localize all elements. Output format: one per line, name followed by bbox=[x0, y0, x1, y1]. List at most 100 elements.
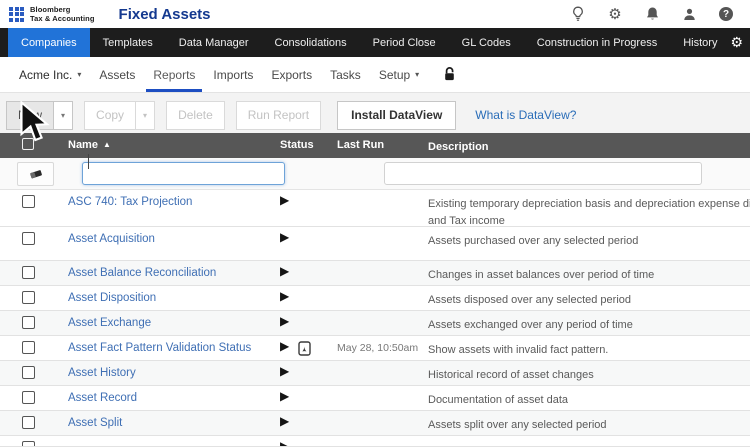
main-nav: Companies Templates Data Manager Consoli… bbox=[0, 28, 750, 57]
page-title: Fixed Assets bbox=[118, 5, 211, 23]
row-checkbox[interactable] bbox=[22, 195, 35, 208]
report-link[interactable]: Asset Disposition bbox=[68, 292, 156, 304]
settings-gear-icon[interactable]: ⚙ bbox=[607, 6, 623, 22]
tab-tasks[interactable]: Tasks bbox=[321, 57, 370, 92]
lock-icon[interactable] bbox=[442, 57, 457, 92]
what-is-dataview-link[interactable]: What is DataView? bbox=[475, 108, 576, 122]
run-report-icon[interactable]: ▶ bbox=[280, 314, 289, 328]
last-run-value bbox=[332, 411, 420, 435]
tab-exports[interactable]: Exports bbox=[262, 57, 321, 92]
user-account-icon[interactable] bbox=[681, 6, 697, 22]
row-checkbox[interactable] bbox=[22, 266, 35, 279]
report-link[interactable]: ASC 740: Tax Projection bbox=[68, 196, 192, 208]
chevron-down-icon: ▾ bbox=[415, 70, 420, 79]
company-selector[interactable]: Acme Inc. ▾ bbox=[10, 57, 90, 92]
new-dropdown-button[interactable]: ▾ bbox=[54, 100, 74, 130]
name-filter-input[interactable] bbox=[82, 162, 285, 185]
tab-setup[interactable]: Setup ▾ bbox=[370, 57, 428, 92]
description-filter-input[interactable] bbox=[384, 162, 702, 185]
install-dataview-button[interactable]: Install DataView bbox=[337, 100, 457, 130]
run-report-icon[interactable]: ▶ bbox=[280, 264, 289, 278]
tab-assets[interactable]: Assets bbox=[90, 57, 144, 92]
nav-tab-data-manager[interactable]: Data Manager bbox=[166, 28, 262, 57]
report-link[interactable]: Asset Record bbox=[68, 392, 137, 404]
run-report-icon[interactable]: ▶ bbox=[280, 339, 289, 353]
copy-button[interactable]: Copy bbox=[84, 100, 137, 130]
reports-toolbar: New ▾ Copy ▾ Delete Run Report Install D… bbox=[6, 100, 576, 130]
table-row[interactable]: Asset Record ▶ Documentation of asset da… bbox=[0, 386, 750, 411]
row-checkbox[interactable] bbox=[22, 316, 35, 329]
run-report-icon: ▶ bbox=[280, 439, 290, 447]
row-checkbox[interactable] bbox=[22, 441, 35, 446]
report-link[interactable]: Asset Fact Pattern Validation Status bbox=[68, 342, 251, 354]
column-header-status[interactable]: Status bbox=[274, 133, 332, 158]
last-run-value bbox=[332, 261, 420, 285]
table-row[interactable]: Asset Acquisition ▶ Assets purchased ove… bbox=[0, 227, 750, 261]
last-run-value bbox=[332, 286, 420, 310]
column-header-last-run[interactable]: Last Run bbox=[332, 133, 420, 158]
table-row[interactable]: Asset Fact Pattern Validation Status ▶ M… bbox=[0, 336, 750, 361]
notifications-bell-icon[interactable] bbox=[644, 6, 660, 22]
report-description: Assets purchased over any selected perio… bbox=[428, 235, 639, 247]
copy-dropdown-button[interactable]: ▾ bbox=[136, 100, 156, 130]
nav-gear-icon[interactable]: ⚙ bbox=[730, 34, 743, 51]
report-description: Assets disposed over any selected period bbox=[428, 294, 632, 306]
last-run-value bbox=[332, 311, 420, 335]
run-report-icon[interactable]: ▶ bbox=[280, 230, 289, 244]
run-report-icon[interactable]: ▶ bbox=[280, 193, 289, 207]
table-row[interactable]: Asset Exchange ▶ Assets exchanged over a… bbox=[0, 311, 750, 336]
table-header: Name ▲ Status Last Run Description bbox=[0, 133, 750, 158]
app-header: Bloomberg Tax & Accounting Fixed Assets … bbox=[0, 0, 750, 28]
row-checkbox[interactable] bbox=[22, 232, 35, 245]
last-run-value bbox=[332, 190, 420, 226]
nav-tab-gl-codes[interactable]: GL Codes bbox=[449, 28, 524, 57]
report-link[interactable]: Asset Balance Reconciliation bbox=[68, 267, 216, 279]
report-link[interactable]: Asset History bbox=[68, 367, 136, 379]
help-icon[interactable]: ? bbox=[718, 6, 734, 22]
chevron-down-icon: ▾ bbox=[77, 70, 82, 79]
filter-row bbox=[0, 154, 750, 190]
nav-tab-companies[interactable]: Companies bbox=[8, 28, 90, 57]
nav-tab-history[interactable]: History bbox=[670, 28, 730, 57]
column-header-description[interactable]: Description bbox=[420, 133, 750, 158]
report-link[interactable]: Asset Acquisition bbox=[68, 233, 155, 245]
table-row[interactable]: Asset Disposition ▶ Assets disposed over… bbox=[0, 286, 750, 311]
tab-reports[interactable]: Reports bbox=[144, 57, 204, 92]
bloomberg-logo-text: Bloomberg Tax & Accounting bbox=[30, 5, 95, 23]
run-report-button[interactable]: Run Report bbox=[235, 100, 322, 130]
row-checkbox[interactable] bbox=[22, 416, 35, 429]
run-report-icon[interactable]: ▶ bbox=[280, 289, 289, 303]
row-checkbox[interactable] bbox=[22, 391, 35, 404]
new-button[interactable]: New bbox=[6, 100, 55, 130]
nav-tab-period-close[interactable]: Period Close bbox=[360, 28, 449, 57]
table-row[interactable]: Asset History ▶ Historical record of ass… bbox=[0, 361, 750, 386]
last-run-value bbox=[332, 361, 420, 385]
report-link[interactable]: Asset Exchange bbox=[68, 317, 151, 329]
sort-ascending-icon: ▲ bbox=[102, 140, 111, 149]
setup-label: Setup bbox=[378, 67, 411, 82]
table-row-partial: ▶ bbox=[0, 436, 750, 447]
report-link[interactable]: Asset Split bbox=[68, 417, 122, 429]
row-checkbox[interactable] bbox=[22, 291, 35, 304]
row-checkbox[interactable] bbox=[22, 366, 35, 379]
pdf-file-icon[interactable] bbox=[298, 341, 311, 359]
table-row[interactable]: Asset Split ▶ Assets split over any sele… bbox=[0, 411, 750, 436]
run-report-icon[interactable]: ▶ bbox=[280, 364, 289, 378]
row-checkbox[interactable] bbox=[22, 341, 35, 354]
tab-imports[interactable]: Imports bbox=[204, 57, 262, 92]
nav-tab-construction-in-progress[interactable]: Construction in Progress bbox=[524, 28, 670, 57]
last-run-value: May 28, 10:50am bbox=[337, 342, 419, 354]
run-report-icon[interactable]: ▶ bbox=[280, 389, 289, 403]
select-all-checkbox[interactable] bbox=[22, 138, 34, 150]
company-name: Acme Inc. bbox=[19, 67, 73, 82]
lightbulb-icon[interactable] bbox=[570, 6, 586, 22]
report-description: Historical record of asset changes bbox=[428, 369, 594, 381]
delete-button[interactable]: Delete bbox=[166, 100, 225, 130]
nav-tab-templates[interactable]: Templates bbox=[90, 28, 166, 57]
table-row[interactable]: Asset Balance Reconciliation ▶ Changes i… bbox=[0, 261, 750, 286]
name-header-label: Name bbox=[68, 139, 98, 151]
nav-tab-consolidations[interactable]: Consolidations bbox=[262, 28, 360, 57]
sub-nav: Acme Inc. ▾ Assets Reports Imports Expor… bbox=[0, 57, 750, 93]
run-report-icon[interactable]: ▶ bbox=[280, 414, 289, 428]
table-row[interactable]: ASC 740: Tax Projection ▶ Existing tempo… bbox=[0, 190, 750, 227]
